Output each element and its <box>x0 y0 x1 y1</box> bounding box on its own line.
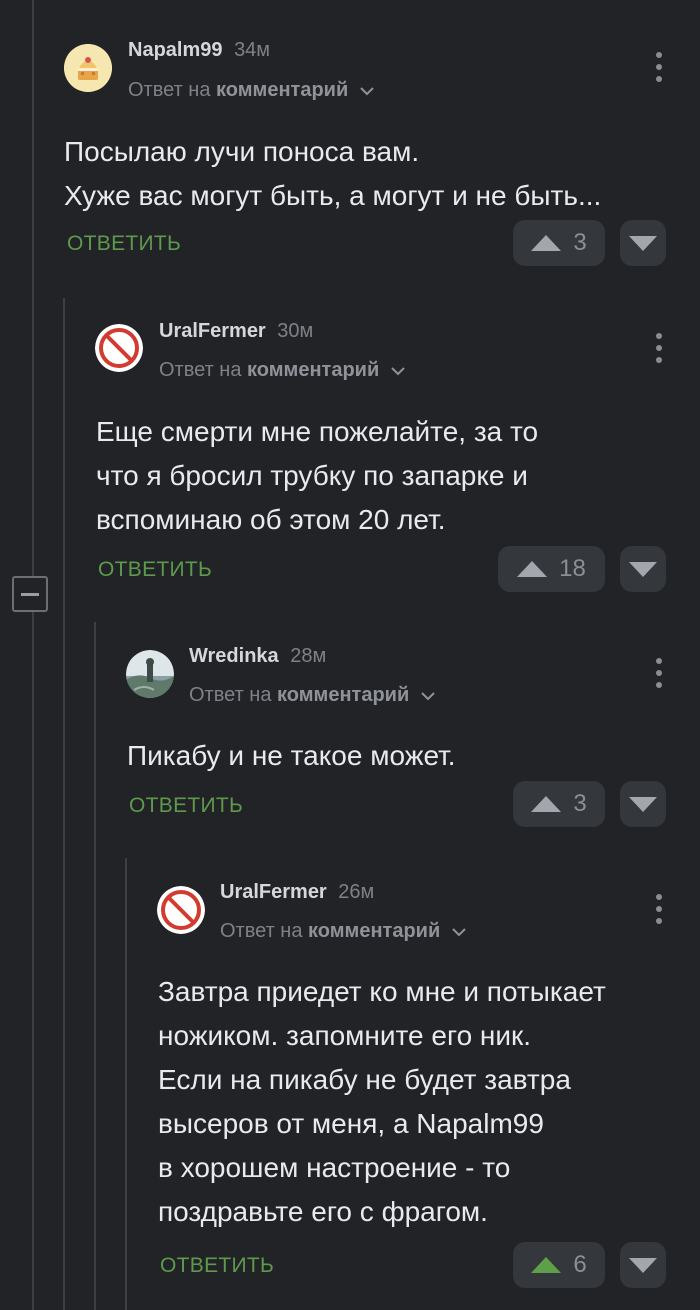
upvote-button[interactable]: 6 <box>513 1242 605 1288</box>
chevron-down-icon[interactable] <box>452 927 466 937</box>
author-line: UralFermer 26м <box>220 880 374 904</box>
comment-time: 26м <box>338 881 375 903</box>
comment-line: Завтра приедет ко мне и потыкает <box>158 976 606 1007</box>
comment-line: Если на пикабу не будет завтра <box>158 1064 571 1095</box>
comment-line: в хорошем настроение - то <box>158 1152 511 1183</box>
more-menu-icon[interactable] <box>654 894 664 924</box>
comment-line: поздравьте его с фрагом. <box>158 1196 488 1227</box>
vote-score: 6 <box>573 1251 587 1278</box>
reply-to-link[interactable]: комментарий <box>308 920 440 942</box>
comment: UralFermer 26м Ответ на комментарий Завт… <box>0 0 700 1310</box>
upvote-arrow-icon <box>531 1257 562 1273</box>
comment-line: высеров от меня, а Napalm99 <box>158 1108 544 1139</box>
comments-thread: Napalm99 34м Ответ на комментарий Посыла… <box>0 0 700 1310</box>
comment-line: ножиком. запомните его ник. <box>158 1020 532 1051</box>
no-entry-avatar-icon[interactable] <box>157 886 205 934</box>
reply-to-prefix: Ответ на <box>220 920 303 942</box>
author-name[interactable]: UralFermer <box>220 881 327 903</box>
reply-button[interactable]: ОТВЕТИТЬ <box>160 1253 274 1279</box>
comment-body: Завтра приедет ко мне и потыкает ножиком… <box>158 970 690 1234</box>
reply-to-line: Ответ на комментарий <box>220 919 466 943</box>
downvote-arrow-icon <box>629 1257 657 1273</box>
downvote-button[interactable] <box>620 1242 666 1288</box>
